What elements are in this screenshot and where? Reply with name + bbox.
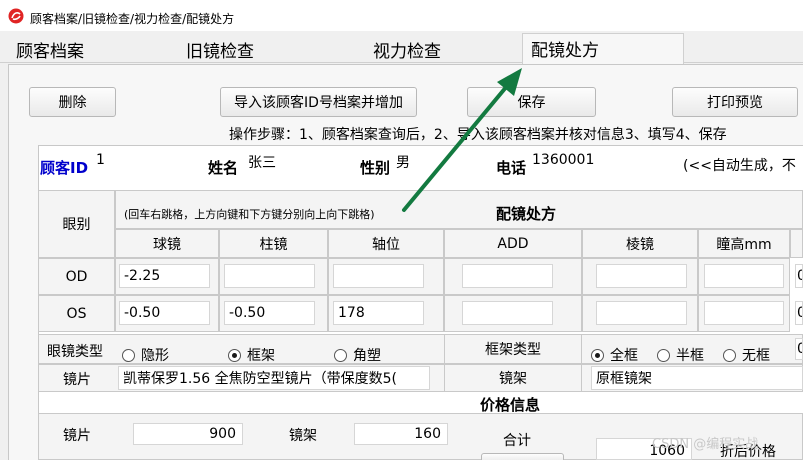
od-axis-input[interactable] (333, 264, 424, 288)
frame-type-extra-input[interactable]: 0 (795, 338, 803, 360)
gender-field[interactable]: 男 (392, 151, 475, 179)
od-extra-input[interactable]: 0 (795, 264, 803, 288)
name-field[interactable]: 张三 (244, 151, 340, 179)
tab-prescription[interactable]: 配镜处方 (522, 33, 684, 64)
app-logo-icon (8, 8, 24, 24)
frame-header: 镜架 (444, 364, 582, 392)
watermark: CSDN @编程实战 (652, 437, 759, 452)
phone-label: 电话 (496, 159, 527, 177)
os-pupil-height-input[interactable] (704, 301, 784, 325)
tab-bar: 顾客档案 旧镜检查 视力检查 配镜处方 (0, 31, 803, 64)
lens-label: 镜片 (63, 372, 91, 388)
od-row-label: OD (38, 258, 115, 295)
col-header-cylinder: 柱镜 (219, 229, 328, 258)
radio-dot-selected-icon (228, 348, 241, 362)
os-prism-input[interactable] (596, 301, 687, 325)
radio-half-rim-label: 半框 (676, 348, 704, 364)
lens-input[interactable]: 凯蒂保罗1.56 全焦防空型镜片（带保度数5( (118, 366, 430, 390)
navigation-hint: (回车右跳格，上方向键和下方键分别向上向下跳格) (124, 208, 375, 221)
od-label: OD (65, 268, 88, 285)
frame-type-label: 框架类型 (485, 342, 541, 358)
window-title: 顾客档案/旧镜检查/视力检查/配镜处方 (30, 12, 235, 26)
os-sphere-input[interactable]: -0.50 (119, 301, 210, 325)
tab-customer-file[interactable]: 顾客档案 (16, 35, 84, 63)
od-add-input[interactable] (462, 264, 553, 288)
radio-contact-lens[interactable]: 隐形 (122, 345, 169, 365)
frame-input[interactable]: 原框镜架 (591, 366, 803, 390)
price-lens-input[interactable]: 900 (133, 423, 243, 445)
os-extra-input[interactable]: 0 (795, 301, 803, 325)
od-sphere-input[interactable]: -2.25 (119, 264, 210, 288)
col-sphere-label: 球镜 (153, 236, 181, 253)
eye-header: 眼别 (38, 190, 115, 258)
price-total-label: 合计 (503, 433, 531, 449)
glasses-type-label: 眼镜类型 (47, 344, 103, 360)
col-header-sphere: 球镜 (115, 229, 219, 258)
os-cylinder-input[interactable]: -0.50 (224, 301, 315, 325)
os-axis-input[interactable]: 178 (333, 301, 424, 325)
frame-label: 镜架 (499, 371, 527, 387)
price-frame-input[interactable]: 160 (354, 423, 448, 445)
os-row-label: OS (38, 295, 115, 332)
radio-full-rim[interactable]: 全框 (591, 345, 638, 365)
radio-frame[interactable]: 框架 (228, 345, 275, 365)
radio-half-rim[interactable]: 半框 (657, 345, 704, 365)
operation-steps: 操作步骤：1、顾客档案查询后，2、导入该顾客档案并核对信息3、填写4、保存 (229, 127, 727, 143)
radio-frame-label: 框架 (247, 348, 275, 364)
tab-old-glasses-check[interactable]: 旧镜检查 (186, 35, 254, 63)
radio-rimless[interactable]: 无框 (723, 345, 770, 365)
col-header-add: ADD (444, 229, 582, 258)
price-lens-label: 镜片 (63, 428, 91, 444)
col-cylinder-label: 柱镜 (259, 236, 288, 253)
gender-label: 性别 (360, 159, 391, 177)
tab-vision-check[interactable]: 视力检查 (373, 35, 441, 63)
col-axis-label: 轴位 (372, 236, 400, 253)
od-pupil-height-input[interactable] (704, 264, 784, 288)
radio-rimless-label: 无框 (742, 348, 770, 364)
name-label: 姓名 (208, 159, 239, 177)
price-frame-label: 镜架 (289, 428, 317, 444)
customer-id-field[interactable]: 1 (92, 151, 189, 179)
radio-dot-icon (334, 348, 347, 362)
customer-id-label: 顾客ID (40, 159, 89, 177)
col-add-label: ADD (497, 235, 529, 252)
total-button[interactable] (481, 453, 564, 460)
od-cylinder-input[interactable] (224, 264, 315, 288)
radio-dot-icon (723, 348, 736, 362)
radio-ortho-k-label: 角塑 (353, 348, 381, 364)
col-pupil-height-label: 瞳高mm (716, 236, 772, 253)
col-prism-label: 棱镜 (626, 236, 654, 253)
radio-full-rim-label: 全框 (610, 348, 638, 364)
frame-type-header: 框架类型 (444, 334, 582, 364)
col-header-overflow (790, 229, 803, 258)
col-header-prism: 棱镜 (582, 229, 698, 258)
radio-contact-lens-label: 隐形 (141, 348, 169, 364)
prescription-title: 配镜处方 (496, 205, 557, 223)
save-button[interactable]: 保存 (467, 87, 596, 117)
print-preview-button[interactable]: 打印预览 (672, 87, 798, 117)
price-info-title: 价格信息 (480, 396, 541, 414)
od-prism-input[interactable] (596, 264, 687, 288)
radio-dot-icon (657, 348, 670, 362)
radio-dot-selected-icon (591, 348, 604, 362)
radio-dot-icon (122, 348, 135, 362)
phone-field[interactable]: 1360001 (528, 151, 652, 179)
delete-button[interactable]: 删除 (29, 87, 116, 117)
radio-ortho-k[interactable]: 角塑 (334, 345, 381, 365)
os-add-input[interactable] (462, 301, 553, 325)
auto-generated-note: (<<自动生成，不 (683, 158, 796, 174)
window-titlebar: 顾客档案/旧镜检查/视力检查/配镜处方 (0, 0, 803, 31)
col-header-pupil-height: 瞳高mm (698, 229, 790, 258)
col-header-axis: 轴位 (328, 229, 444, 258)
os-label: OS (66, 305, 87, 322)
eye-header-label: 眼别 (62, 217, 91, 233)
import-customer-button[interactable]: 导入该顾客ID号档案并增加 (220, 87, 417, 117)
